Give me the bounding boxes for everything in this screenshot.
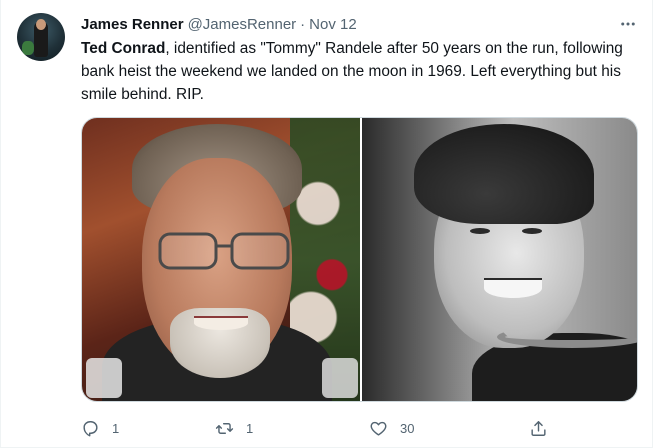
young-man-eye-right (522, 228, 542, 234)
reply-icon (83, 420, 98, 436)
more-button[interactable] (618, 15, 638, 33)
retweet-icon (215, 422, 234, 434)
photo-older-man-smiling[interactable] (82, 118, 360, 401)
author-name[interactable]: James Renner (81, 16, 184, 33)
bell-ornament (86, 358, 122, 398)
like-count: 30 (400, 420, 415, 436)
photo-young-man-smiling[interactable] (362, 118, 637, 401)
share-button[interactable] (529, 416, 548, 440)
reply-count: 1 (112, 420, 120, 436)
tweet-text: Ted Conrad, identified as "Tommy" Randel… (81, 37, 643, 106)
avatar[interactable] (17, 13, 65, 61)
author-handle[interactable]: @JamesRenner (188, 16, 297, 33)
like-button[interactable]: 30 (369, 416, 414, 440)
more-horizontal-icon (621, 22, 635, 26)
retweet-button[interactable]: 1 (215, 416, 253, 440)
retweet-count: 1 (246, 420, 254, 436)
separator-dot: · (300, 15, 306, 33)
young-man-eye-left (470, 228, 490, 234)
tweet-media (81, 117, 638, 402)
share-icon (531, 420, 546, 436)
tweet-header: James Renner @JamesRenner · Nov 12 (81, 14, 357, 34)
glasses (158, 232, 290, 270)
tweet-text-bold: Ted Conrad (81, 40, 166, 57)
tweet-date[interactable]: Nov 12 (309, 16, 357, 33)
heart-icon (370, 421, 387, 436)
avatar-plant (22, 41, 34, 55)
sweater-collar-stripe (497, 326, 637, 348)
tweet-actions: 1 1 30 (81, 416, 561, 440)
avatar-head (36, 19, 46, 30)
young-man-smile (484, 278, 542, 298)
man-smile (194, 316, 248, 330)
tweet-card[interactable]: James Renner @JamesRenner · Nov 12 Ted C… (0, 0, 653, 448)
reply-button[interactable]: 1 (81, 416, 119, 440)
young-man-hair (414, 124, 594, 224)
heart-ornament (322, 358, 358, 398)
